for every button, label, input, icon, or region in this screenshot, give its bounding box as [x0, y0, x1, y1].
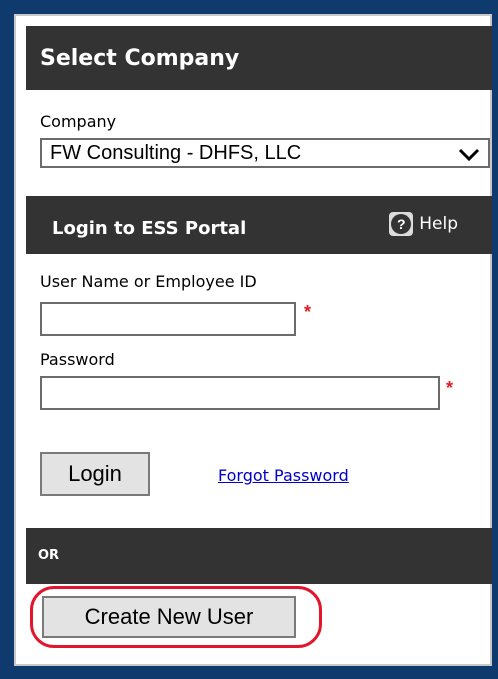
- question-circle-icon: ?: [389, 212, 414, 236]
- login-title: Login to ESS Portal: [52, 218, 247, 239]
- company-select[interactable]: FW Consulting - DHFS, LLC: [40, 138, 490, 168]
- login-header: Login to ESS Portal ? Help: [26, 196, 492, 254]
- help-label: Help: [419, 214, 458, 234]
- login-button[interactable]: Login: [40, 452, 150, 496]
- password-input[interactable]: [40, 376, 440, 410]
- forgot-password-link[interactable]: Forgot Password: [218, 466, 349, 485]
- company-label: Company: [40, 112, 117, 131]
- create-new-user-button[interactable]: Create New User: [42, 596, 296, 638]
- or-label: OR: [38, 548, 60, 563]
- password-label: Password: [40, 350, 115, 369]
- help-link[interactable]: ? Help: [389, 212, 458, 236]
- username-required-mark: *: [304, 302, 312, 322]
- username-input[interactable]: [40, 302, 296, 336]
- company-select-value: FW Consulting - DHFS, LLC: [50, 142, 302, 164]
- password-required-mark: *: [446, 378, 454, 398]
- chevron-down-icon: [458, 148, 480, 162]
- username-label: User Name or Employee ID: [40, 272, 257, 291]
- select-company-header: Select Company: [26, 26, 492, 90]
- select-company-title: Select Company: [40, 46, 240, 71]
- or-divider: OR: [26, 528, 492, 584]
